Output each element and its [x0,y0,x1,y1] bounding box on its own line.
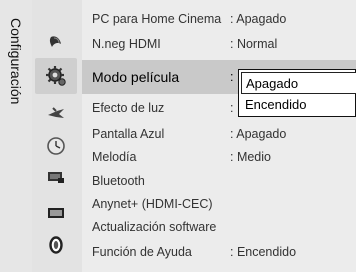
sound-icon[interactable] [43,101,69,127]
support-icon[interactable] [43,232,69,258]
menu-item-label: Efecto de luz [92,101,165,115]
menu-item-value: : [230,101,234,115]
menu-item-melody[interactable]: Melodía : Medio [82,146,356,168]
menu-item-blue-screen[interactable]: Pantalla Azul : Apagado [82,123,356,145]
menu-item-label: Modo película [92,69,180,85]
menu-item-bluetooth[interactable]: Bluetooth [82,170,356,192]
menu-item-anynet[interactable]: Anynet+ (HDMI-CEC) [82,193,356,215]
menu-item-help-function[interactable]: Función de Ayuda : Encendido [82,241,356,263]
menu-item-label: Función de Ayuda [92,245,192,259]
dropdown-option-on[interactable]: Encendido [241,94,356,116]
menu-item-label: Melodía [92,150,137,164]
timer-icon[interactable] [43,133,69,159]
menu-item-label: Bluetooth [92,174,145,188]
menu-item-label: Anynet+ (HDMI-CEC) [92,197,213,211]
menu-item-label: Actualización software [92,220,217,234]
menu-item-software-update[interactable]: Actualización software [82,216,356,238]
dropdown-option-off[interactable]: Apagado [241,72,356,94]
menu-item-value: : Apagado [230,12,287,26]
menu-item-value: : Encendido [230,245,297,259]
section-title-text: Configuración [8,18,24,105]
menu-item-label: N.neg HDMI [92,37,161,51]
menu-panel: PC para Home Cinema : Apagado N.neg HDMI… [82,0,356,272]
category-icon-column [32,0,82,272]
menu-item-label: PC para Home Cinema [92,12,222,26]
tv-menu-screen: Configuración PC para Home Cinema: Apag… [0,0,356,272]
menu-item-value: : [230,70,234,84]
section-title: Configuración [1,2,31,152]
picture-icon[interactable] [43,30,69,56]
menu-item-pc-home-cinema[interactable]: PC para Home Cinema : Apagado [82,8,356,30]
menu-item-value: : Medio [230,150,271,164]
setup-icon[interactable] [35,58,77,94]
menu-item-label: Pantalla Azul [92,127,165,141]
input-icon[interactable] [43,200,69,226]
menu-item-hdmi-black-level[interactable]: N.neg HDMI : Normal [82,33,356,55]
menu-item-value: : Apagado [230,127,287,141]
film-mode-dropdown[interactable]: Apagado Encendido [238,69,356,117]
menu-item-value: : Normal [230,37,278,51]
channel-icon[interactable] [43,164,69,190]
